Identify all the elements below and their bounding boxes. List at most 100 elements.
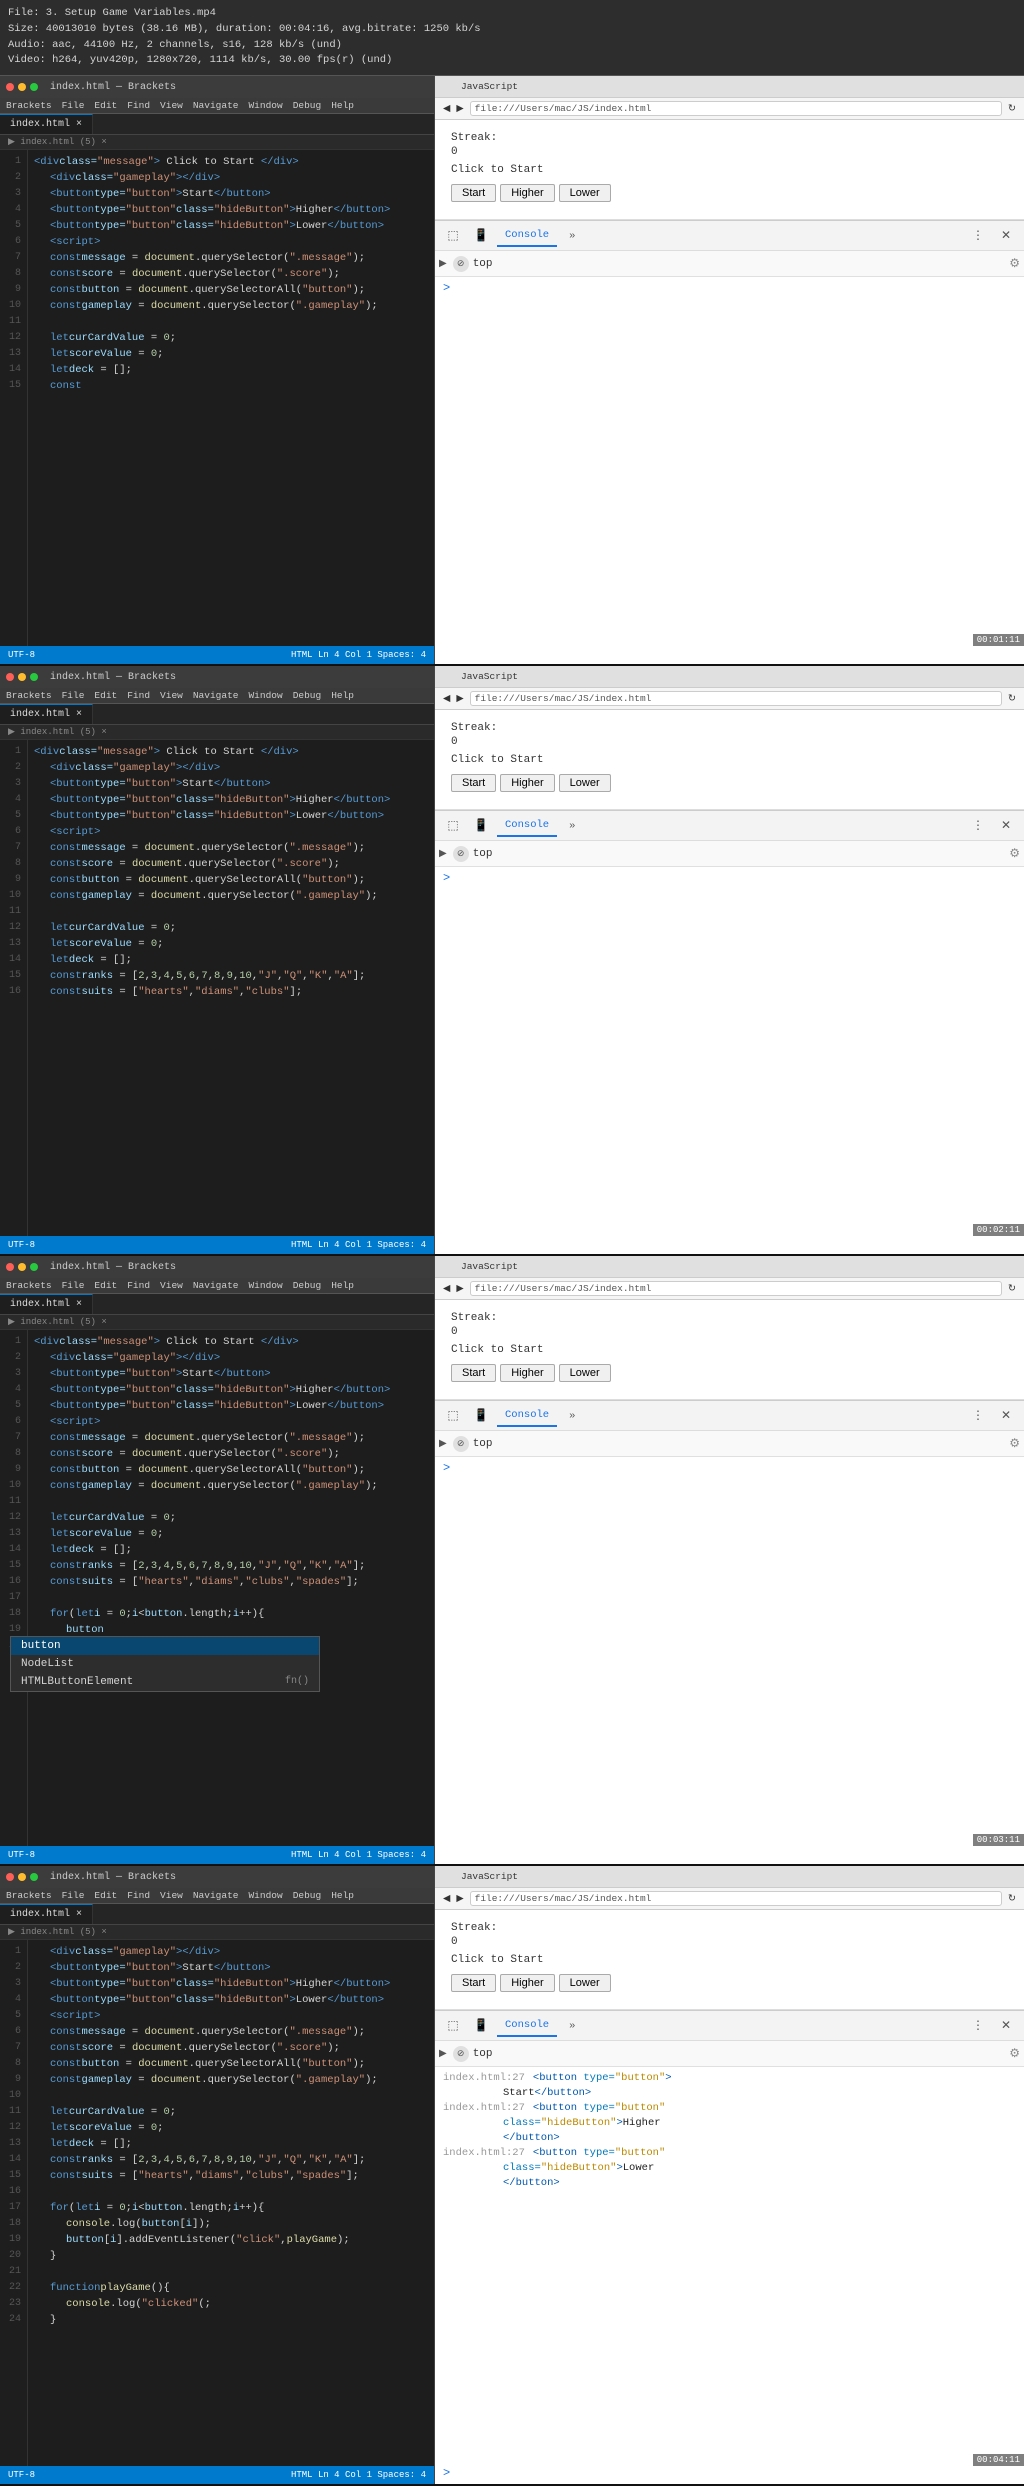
no-entry-icon-3[interactable]: ⊘ [453,1436,469,1452]
maximize-dot-4[interactable] [30,1873,38,1881]
back-icon-3[interactable]: ◀ [443,1283,450,1294]
url-input-1[interactable]: file:///Users/mac/JS/index.html [470,101,1002,116]
autocomplete-item-htmlbutton[interactable]: HTMLButtonElement fn() [11,1673,319,1691]
console-tab-4[interactable]: Console [497,2015,557,2037]
menu-brackets-2[interactable]: Brackets [6,690,52,701]
higher-button-1[interactable]: Higher [500,184,554,202]
console-input-4[interactable]: top [473,2048,1006,2060]
devtools-menu-icon-3[interactable]: ⋮ [966,1404,990,1428]
refresh-icon-4[interactable]: ↻ [1008,1893,1016,1904]
devtools-close-icon-4[interactable]: ✕ [994,2014,1018,2038]
minimize-dot-4[interactable] [18,1873,26,1881]
console-gear-icon[interactable]: ⚙ [1009,256,1020,271]
menu-edit-3[interactable]: Edit [94,1280,117,1291]
lower-button-1[interactable]: Lower [559,184,611,202]
menu-navigate-3[interactable]: Navigate [193,1280,239,1291]
menu-file-4[interactable]: File [62,1890,85,1901]
no-entry-icon-4[interactable]: ⊘ [453,2046,469,2062]
more-tabs-3[interactable]: » [561,1406,583,1426]
devtools-close-icon-3[interactable]: ✕ [994,1404,1018,1428]
console-input-3[interactable]: top [473,1438,1006,1450]
minimize-dot[interactable] [18,83,26,91]
menu-edit-2[interactable]: Edit [94,690,117,701]
higher-button-4[interactable]: Higher [500,1974,554,1992]
refresh-icon-3[interactable]: ↻ [1008,1283,1016,1294]
autocomplete-item-nodelist[interactable]: NodeList [11,1655,319,1673]
menu-edit-4[interactable]: Edit [94,1890,117,1901]
menu-navigate-4[interactable]: Navigate [193,1890,239,1901]
url-input-3[interactable]: file:///Users/mac/JS/index.html [470,1281,1002,1296]
tab-index-html-2[interactable]: index.html × [0,704,93,724]
menu-view-4[interactable]: View [160,1890,183,1901]
menu-brackets-3[interactable]: Brackets [6,1280,52,1291]
menu-view-3[interactable]: View [160,1280,183,1291]
device-icon-3[interactable]: 📱 [469,1404,493,1428]
menu-find[interactable]: Find [127,100,150,111]
menu-help-4[interactable]: Help [331,1890,354,1901]
devtools-menu-icon-2[interactable]: ⋮ [966,814,990,838]
menu-window-4[interactable]: Window [248,1890,282,1901]
menu-find-3[interactable]: Find [127,1280,150,1291]
console-input-1[interactable]: top [473,258,1006,270]
menu-help-2[interactable]: Help [331,690,354,701]
menu-find-2[interactable]: Find [127,690,150,701]
url-input-4[interactable]: file:///Users/mac/JS/index.html [470,1891,1002,1906]
lower-button-3[interactable]: Lower [559,1364,611,1382]
close-dot[interactable] [6,83,14,91]
minimize-dot-3[interactable] [18,1263,26,1271]
refresh-icon-2[interactable]: ↻ [1008,693,1016,704]
menu-debug-2[interactable]: Debug [293,690,322,701]
console-gear-icon-2[interactable]: ⚙ [1009,846,1020,861]
more-tabs-2[interactable]: » [561,816,583,836]
devtools-menu-icon-4[interactable]: ⋮ [966,2014,990,2038]
menu-brackets[interactable]: Brackets [6,100,52,111]
console-tab-2[interactable]: Console [497,815,557,837]
menu-file[interactable]: File [62,100,85,111]
inspect-icon-2[interactable]: ⬚ [441,814,465,838]
menu-window[interactable]: Window [248,100,282,111]
tab-index-html-4[interactable]: index.html × [0,1904,93,1924]
code-area-2[interactable]: <div class="message"> Click to Start </d… [28,740,434,1236]
url-input-2[interactable]: file:///Users/mac/JS/index.html [470,691,1002,706]
start-button-2[interactable]: Start [451,774,496,792]
inspect-icon-4[interactable]: ⬚ [441,2014,465,2038]
console-tab-3[interactable]: Console [497,1405,557,1427]
autocomplete-item-button[interactable]: button [11,1637,319,1655]
tab-index-html[interactable]: index.html × [0,114,93,134]
close-dot-4[interactable] [6,1873,14,1881]
start-button-1[interactable]: Start [451,184,496,202]
back-icon-4[interactable]: ◀ [443,1893,450,1904]
inspect-icon-3[interactable]: ⬚ [441,1404,465,1428]
lower-button-2[interactable]: Lower [559,774,611,792]
menu-file-2[interactable]: File [62,690,85,701]
menu-brackets-4[interactable]: Brackets [6,1890,52,1901]
no-entry-icon-2[interactable]: ⊘ [453,846,469,862]
menu-debug-3[interactable]: Debug [293,1280,322,1291]
code-area-3[interactable]: <div class="message"> Click to Start </d… [28,1330,434,1846]
menu-navigate[interactable]: Navigate [193,100,239,111]
menu-help-3[interactable]: Help [331,1280,354,1291]
code-area-4[interactable]: <div class="gameplay"></div> <button typ… [28,1940,434,2466]
console-gear-icon-4[interactable]: ⚙ [1009,2046,1020,2061]
start-button-4[interactable]: Start [451,1974,496,1992]
menu-view-2[interactable]: View [160,690,183,701]
higher-button-2[interactable]: Higher [500,774,554,792]
minimize-dot-2[interactable] [18,673,26,681]
autocomplete-popup[interactable]: button NodeList HTMLButtonElement fn() [10,1636,320,1692]
devtools-close-icon-2[interactable]: ✕ [994,814,1018,838]
devtools-menu-icon[interactable]: ⋮ [966,224,990,248]
maximize-dot-2[interactable] [30,673,38,681]
forward-icon-2[interactable]: ▶ [456,693,463,704]
inspect-icon[interactable]: ⬚ [441,224,465,248]
forward-icon[interactable]: ▶ [456,103,463,114]
maximize-dot[interactable] [30,83,38,91]
code-area-1[interactable]: <div class="message"> Click to Start </d… [28,150,434,646]
device-icon-2[interactable]: 📱 [469,814,493,838]
more-tabs-icon[interactable]: » [561,226,583,246]
refresh-icon[interactable]: ↻ [1008,103,1016,114]
close-dot-2[interactable] [6,673,14,681]
forward-icon-3[interactable]: ▶ [456,1283,463,1294]
more-tabs-4[interactable]: » [561,2016,583,2036]
forward-icon-4[interactable]: ▶ [456,1893,463,1904]
menu-navigate-2[interactable]: Navigate [193,690,239,701]
